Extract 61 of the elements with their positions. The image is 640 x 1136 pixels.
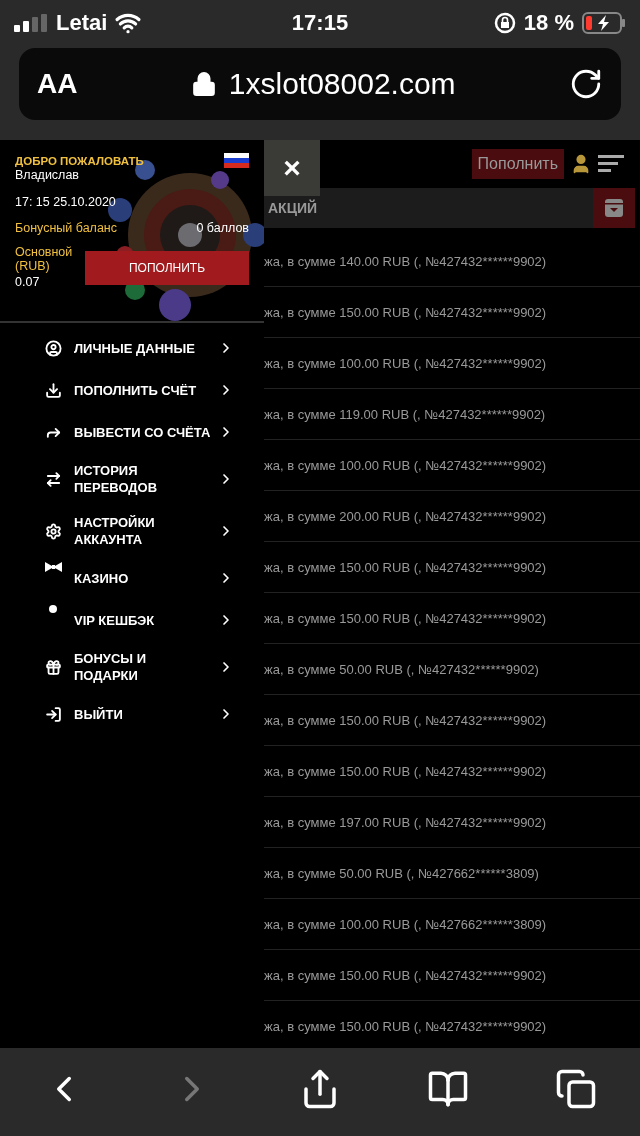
lock-icon <box>190 71 217 97</box>
close-button[interactable]: × <box>264 140 320 196</box>
archive-button[interactable] <box>593 188 635 228</box>
user-icon <box>45 339 62 357</box>
battery-icon <box>582 11 626 34</box>
reload-icon[interactable] <box>569 67 603 101</box>
transaction-text: жа, в сумме 150.00 RUB (, №427432******9902) <box>264 559 547 575</box>
gift-icon <box>45 658 62 676</box>
transaction-text: жа, в сумме 197.00 RUB (, №427432******9902) <box>264 814 547 830</box>
transaction-text: жа, в сумме 100.00 RUB (, №427432******9902) <box>264 457 547 473</box>
transaction-text: жа, в сумме 100.00 RUB (, №427662******3809) <box>264 916 547 932</box>
battery-percent: 18 % <box>523 9 574 36</box>
menu-item[interactable]: ИСТОРИЯ ПЕРЕВОДОВ <box>0 453 264 505</box>
welcome-text: ДОБРО ПОЖАЛОВАТЬ <box>15 154 144 167</box>
transaction-text: жа, в сумме 50.00 RUB (, №427662******3809) <box>264 865 539 881</box>
carrier-name: Letai <box>56 9 108 36</box>
menu-item[interactable]: ПОПОЛНИТЬ СЧЁТ <box>0 369 264 411</box>
url-text: 1xslot08002.com <box>228 67 456 101</box>
transfer-icon <box>45 470 62 488</box>
transaction-text: жа, в сумме 150.00 RUB (, №427432******9902) <box>264 610 547 626</box>
menu-item[interactable]: БОНУСЫ И ПОДАРКИ <box>0 641 264 693</box>
deposit-button[interactable]: ПОПОЛНИТЬ <box>85 251 249 285</box>
deposit-button[interactable]: Пополнить <box>471 149 564 179</box>
transaction-text: жа, в сумме 150.00 RUB (, №427432******9902) <box>264 1018 547 1034</box>
section-title: АКЦИЙ <box>267 200 317 216</box>
text-size-button[interactable]: AA <box>37 68 78 100</box>
transaction-text: жа, в сумме 119.00 RUB (, №427432******9902) <box>264 406 546 422</box>
dot-icon <box>49 605 57 613</box>
address-bar[interactable]: AA 1xslot08002.com <box>19 48 621 120</box>
flag-icon[interactable] <box>224 153 249 168</box>
transaction-text: жа, в сумме 200.00 RUB (, №427432******9902) <box>264 508 547 524</box>
transaction-text: жа, в сумме 150.00 RUB (, №427432******9902) <box>264 712 547 728</box>
bonus-label: Бонусный баланс <box>15 221 117 235</box>
date-time: 17: 15 25.10.2020 <box>15 195 116 209</box>
menu-item[interactable]: ЛИЧНЫЕ ДАННЫЕ <box>0 327 264 369</box>
download-icon <box>45 381 62 399</box>
balance-value: 0.07 <box>15 275 41 289</box>
transaction-text: жа, в сумме 100.00 RUB (, №427432******9902) <box>264 355 547 371</box>
gear-icon <box>45 522 62 540</box>
menu-icon[interactable] <box>598 154 624 174</box>
archive-icon <box>604 198 624 218</box>
menu-item[interactable]: ВЫВЕСТИ СО СЧЁТА <box>0 411 264 453</box>
menu-item[interactable]: КАЗИНО <box>0 557 264 599</box>
transaction-text: жа, в сумме 150.00 RUB (, №427432******9902) <box>264 304 547 320</box>
bow-tie-icon <box>45 561 62 573</box>
signal-icon <box>14 13 48 32</box>
transaction-text: жа, в сумме 140.00 RUB (, №427432******9902) <box>264 253 547 269</box>
logout-icon <box>45 705 62 723</box>
transaction-text: жа, в сумме 50.00 RUB (, №427432******9902) <box>264 661 539 677</box>
clock: 17:15 <box>291 9 349 36</box>
balance-label: Основной (RUB) <box>15 245 74 273</box>
user-name: Владислав <box>15 168 79 182</box>
bonus-value: 0 баллов <box>196 221 249 235</box>
rotation-lock-icon <box>493 11 516 34</box>
tabs-button[interactable] <box>555 1068 597 1110</box>
menu-item[interactable]: VIP КЕШБЭК <box>0 599 264 641</box>
menu-item[interactable]: НАСТРОЙКИ АККАУНТА <box>0 505 264 557</box>
menu-item[interactable]: ВЫЙТИ <box>0 693 264 735</box>
tabs-icon <box>555 1068 597 1110</box>
transaction-text: жа, в сумме 150.00 RUB (, №427432******9902) <box>264 967 547 983</box>
transaction-text: жа, в сумме 150.00 RUB (, №427432******9902) <box>264 763 547 779</box>
